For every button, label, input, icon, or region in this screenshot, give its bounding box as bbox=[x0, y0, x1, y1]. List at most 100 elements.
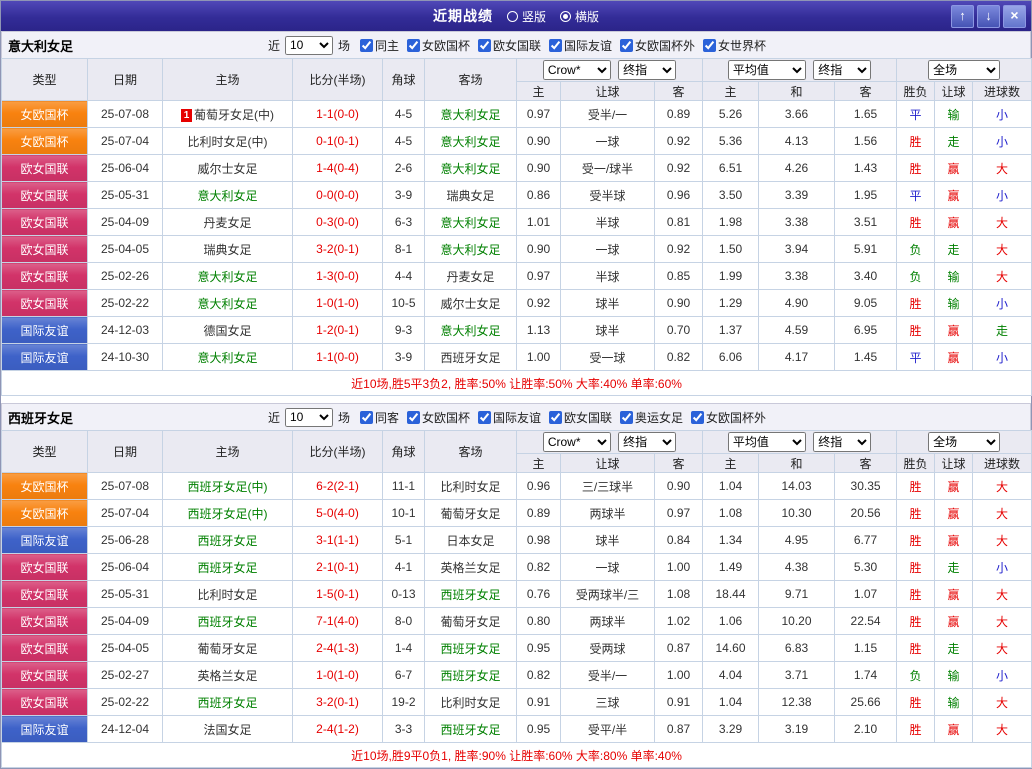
league-checkbox-input[interactable] bbox=[549, 38, 563, 52]
result-handicap: 输 bbox=[934, 262, 974, 290]
league-checkbox-input[interactable] bbox=[620, 410, 634, 424]
filter-checkbox[interactable]: 国际友谊 bbox=[549, 37, 612, 54]
league-checkbox-input[interactable] bbox=[620, 38, 634, 52]
result-handicap: 走 bbox=[934, 634, 974, 662]
filter-checkbox[interactable]: 女欧国杯 bbox=[406, 37, 470, 54]
odds-home: 0.90 bbox=[516, 127, 561, 155]
team-name: 葡萄牙女足 bbox=[440, 614, 501, 629]
odds-home: 0.82 bbox=[516, 553, 561, 581]
league-checkbox-input[interactable] bbox=[691, 410, 705, 424]
corner-score: 8-1 bbox=[382, 235, 425, 263]
home-team: 意大利女足 bbox=[162, 262, 293, 290]
filter-checkbox[interactable]: 女欧国杯外 bbox=[691, 409, 766, 426]
home-team: 西班牙女足 bbox=[162, 688, 293, 716]
col-result-winloss: 胜负 bbox=[896, 453, 936, 473]
match-score: 0-3(0-0) bbox=[292, 208, 383, 236]
league-checkbox-input[interactable] bbox=[549, 410, 563, 424]
filter-checkbox[interactable]: 欧女国联 bbox=[549, 409, 612, 426]
filter-checkbox[interactable]: 国际友谊 bbox=[478, 409, 541, 426]
team-name: 葡萄牙女足(中) bbox=[194, 107, 274, 122]
team-name: 意大利女足 bbox=[440, 161, 501, 176]
match-date: 25-07-04 bbox=[87, 499, 163, 527]
games-suffix-label: 场 bbox=[337, 410, 350, 425]
checkbox-label: 女欧国杯 bbox=[421, 410, 470, 425]
corner-score: 5-1 bbox=[382, 526, 425, 554]
radio-horizontal-layout[interactable]: 横版 bbox=[560, 8, 599, 25]
fulltime-scope-select[interactable]: 全场 bbox=[928, 432, 1001, 452]
result-winloss: 胜 bbox=[896, 154, 936, 182]
average-select[interactable]: 平均值 bbox=[727, 60, 806, 80]
match-row: 欧女国联 25-02-27 英格兰女足 1-0(1-0) 6-7 西班牙女足 0.82 受半/… bbox=[1, 661, 1032, 689]
team-name: 丹麦女足 bbox=[203, 215, 252, 230]
result-winloss: 胜 bbox=[896, 715, 936, 743]
close-button[interactable]: × bbox=[1003, 4, 1026, 28]
odds-away: 0.87 bbox=[653, 634, 704, 662]
odds-handicap: 一球 bbox=[560, 127, 655, 155]
games-count-select[interactable]: 10 bbox=[284, 407, 333, 427]
col-result-handicap: 让球 bbox=[934, 81, 974, 101]
filter-checkbox[interactable]: 同客 bbox=[359, 409, 399, 426]
league-checkbox-input[interactable] bbox=[359, 410, 373, 424]
team-name: 丹麦女足 bbox=[446, 269, 495, 284]
bookmaker-select[interactable]: Crow* bbox=[542, 432, 611, 452]
league-checkbox-input[interactable] bbox=[478, 38, 491, 52]
home-team: 法国女足 bbox=[162, 715, 293, 743]
move-up-button[interactable]: ↑ bbox=[951, 4, 974, 28]
filter-checkbox[interactable]: 欧女国联 bbox=[478, 37, 541, 54]
final-index-select-2[interactable]: 终指 bbox=[813, 60, 872, 80]
match-score: 3-2(0-1) bbox=[292, 235, 383, 263]
odds-away: 0.84 bbox=[653, 526, 704, 554]
team-name: 比利时女足 bbox=[440, 479, 501, 494]
avg-draw: 10.20 bbox=[758, 607, 836, 635]
filter-checkbox[interactable]: 女欧国杯 bbox=[406, 409, 470, 426]
match-date: 25-02-27 bbox=[87, 661, 163, 689]
avg-draw: 4.90 bbox=[758, 289, 836, 317]
avg-away: 3.51 bbox=[834, 208, 898, 236]
filter-checkbox[interactable]: 女世界杯 bbox=[703, 37, 766, 54]
league-checkbox-input[interactable] bbox=[406, 410, 420, 424]
away-team: 意大利女足 bbox=[424, 235, 517, 263]
odds-handicap: 两球半 bbox=[560, 499, 655, 527]
average-select[interactable]: 平均值 bbox=[727, 432, 806, 452]
avg-away: 20.56 bbox=[834, 499, 898, 527]
avg-home: 18.44 bbox=[702, 580, 760, 608]
league-checkbox-input[interactable] bbox=[703, 38, 717, 52]
filter-checkbox[interactable]: 奥运女足 bbox=[620, 409, 683, 426]
col-avg-draw: 和 bbox=[758, 453, 836, 473]
away-team: 日本女足 bbox=[424, 526, 517, 554]
team-name: 意大利女足 bbox=[197, 350, 258, 365]
league-checkbox-input[interactable] bbox=[406, 38, 420, 52]
result-handicap: 输 bbox=[934, 661, 974, 689]
avg-home: 1.49 bbox=[702, 553, 760, 581]
corner-score: 9-3 bbox=[382, 316, 425, 344]
bookmaker-select[interactable]: Crow* bbox=[542, 60, 611, 80]
odds-away: 0.87 bbox=[653, 715, 704, 743]
league-checkbox-input[interactable] bbox=[478, 410, 491, 424]
odds-away: 0.92 bbox=[653, 127, 704, 155]
avg-away: 1.15 bbox=[834, 634, 898, 662]
final-index-select[interactable]: 终指 bbox=[618, 60, 677, 80]
team-name: 威尔士女足 bbox=[197, 161, 258, 176]
result-goals: 大 bbox=[972, 715, 1032, 743]
filter-checkbox[interactable]: 同主 bbox=[359, 37, 399, 54]
move-down-button[interactable]: ↓ bbox=[977, 4, 1000, 28]
match-date: 25-02-26 bbox=[87, 262, 163, 290]
games-count-select[interactable]: 10 bbox=[284, 35, 333, 55]
result-goals: 大 bbox=[972, 235, 1032, 263]
away-team: 西班牙女足 bbox=[424, 661, 517, 689]
avg-away: 1.74 bbox=[834, 661, 898, 689]
league-checkbox-input[interactable] bbox=[359, 38, 373, 52]
result-goals: 小 bbox=[972, 661, 1032, 689]
avg-away: 3.40 bbox=[834, 262, 898, 290]
summary-row: 近10场,胜9平0负1, 胜率:90% 让胜率:60% 大率:80% 单率:40… bbox=[0, 742, 1032, 768]
fulltime-scope-select[interactable]: 全场 bbox=[928, 60, 1001, 80]
avg-draw: 3.38 bbox=[758, 262, 836, 290]
corner-score: 11-1 bbox=[382, 472, 425, 500]
col-avg-home: 主 bbox=[702, 453, 760, 473]
radio-vertical-layout[interactable]: 竖版 bbox=[506, 8, 546, 25]
filter-checkbox[interactable]: 女欧国杯外 bbox=[620, 37, 695, 54]
final-index-select[interactable]: 终指 bbox=[618, 432, 677, 452]
final-index-select-2[interactable]: 终指 bbox=[813, 432, 872, 452]
result-goals: 大 bbox=[972, 580, 1032, 608]
result-goals: 大 bbox=[972, 208, 1032, 236]
